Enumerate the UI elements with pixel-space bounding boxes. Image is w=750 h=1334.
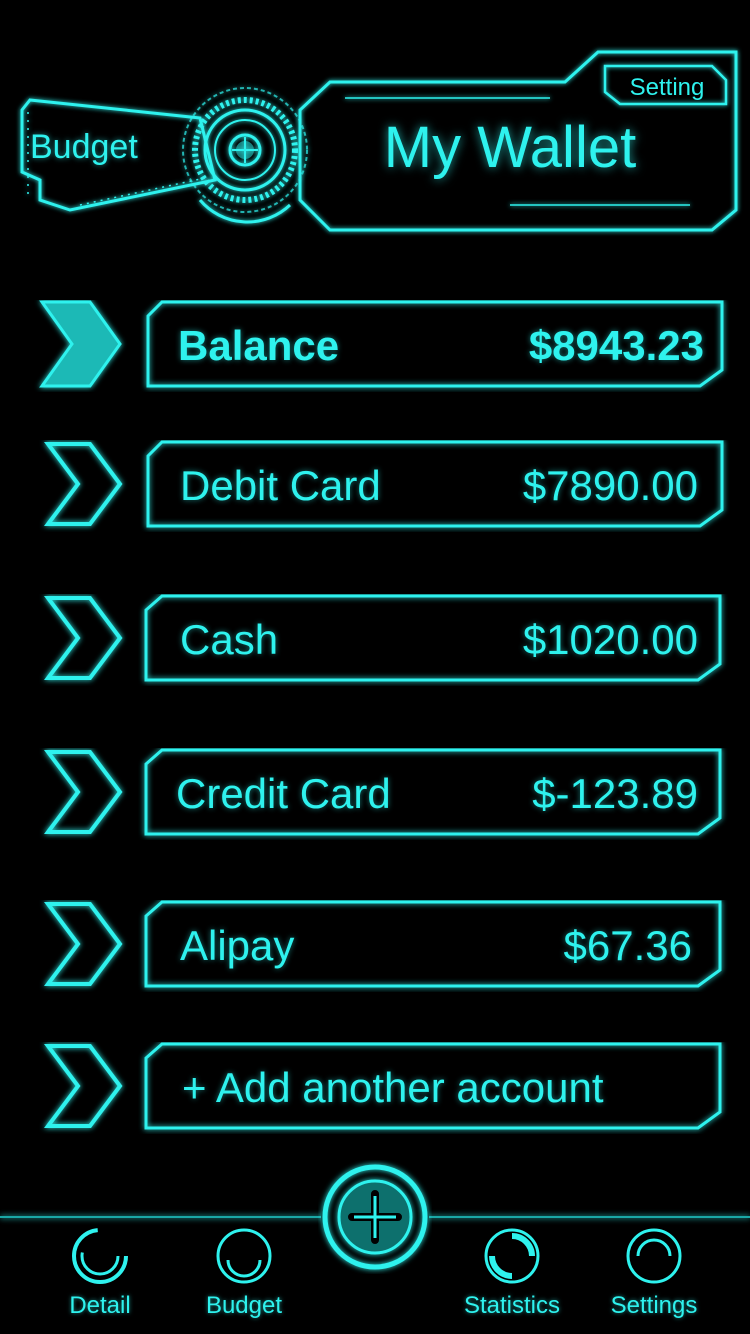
detail-ring-icon bbox=[72, 1228, 128, 1284]
nav-statistics-label: Statistics bbox=[463, 1292, 561, 1319]
account-amount: $8943.23 bbox=[528, 322, 704, 369]
plus-icon bbox=[321, 1163, 429, 1271]
statistics-ring-icon bbox=[484, 1228, 540, 1284]
account-label: Balance bbox=[178, 322, 340, 369]
account-amount: $7890.00 bbox=[522, 462, 698, 509]
account-label: Debit Card bbox=[180, 462, 381, 509]
budget-tab-label: Budget bbox=[30, 128, 138, 166]
nav-detail-label: Detail bbox=[69, 1292, 131, 1319]
account-row-alipay[interactable]: Alipay $67.36 bbox=[0, 900, 750, 992]
nav-statistics[interactable]: Statistics bbox=[452, 1226, 572, 1326]
budget-tab[interactable]: Budget bbox=[30, 128, 180, 178]
nav-settings-label: Settings bbox=[610, 1292, 698, 1319]
page-title: My Wallet bbox=[383, 115, 637, 180]
settings-ring-icon bbox=[626, 1228, 682, 1284]
wallet-screen: Budget Setting My Wallet Balance $8943.2… bbox=[0, 0, 750, 1334]
account-label: Credit Card bbox=[176, 770, 391, 817]
nav-budget-label: Budget bbox=[205, 1292, 283, 1319]
account-row-balance[interactable]: Balance $8943.23 bbox=[0, 300, 750, 392]
account-row-debit-card[interactable]: Debit Card $7890.00 bbox=[0, 440, 750, 532]
account-amount: $67.36 bbox=[563, 922, 692, 969]
account-amount: $-123.89 bbox=[532, 770, 698, 817]
add-account-label: + Add another account bbox=[182, 1064, 604, 1111]
account-row-cash[interactable]: Cash $1020.00 bbox=[0, 594, 750, 686]
add-account-button[interactable]: + Add another account bbox=[0, 1042, 750, 1134]
setting-button[interactable]: Setting bbox=[612, 68, 722, 108]
nav-budget[interactable]: Budget bbox=[184, 1226, 304, 1326]
account-row-credit-card[interactable]: Credit Card $-123.89 bbox=[0, 748, 750, 840]
budget-ring-icon bbox=[216, 1228, 272, 1284]
account-amount: $1020.00 bbox=[522, 616, 698, 663]
add-transaction-button[interactable] bbox=[318, 1160, 432, 1274]
account-label: Cash bbox=[180, 616, 279, 663]
nav-settings[interactable]: Settings bbox=[594, 1226, 714, 1326]
nav-detail[interactable]: Detail bbox=[40, 1226, 160, 1326]
account-label: Alipay bbox=[180, 922, 295, 969]
